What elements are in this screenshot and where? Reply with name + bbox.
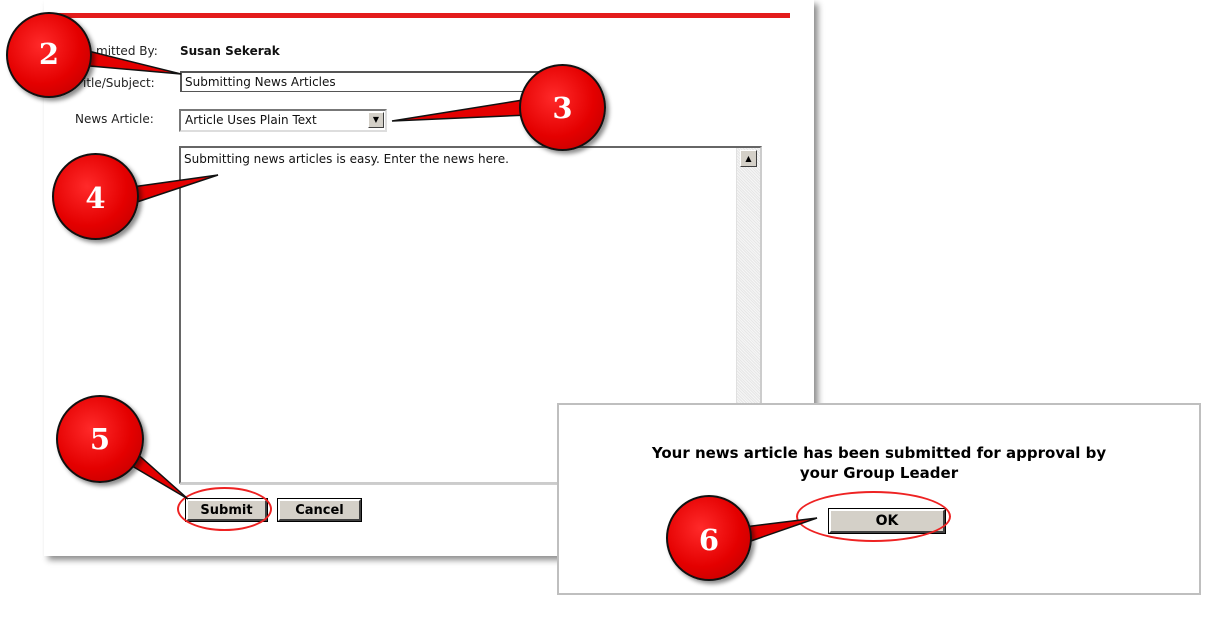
pointer-4 (131, 174, 219, 203)
callout-6-badge: 6 (666, 495, 752, 581)
pointer-6 (743, 517, 818, 543)
callout-2-badge: 2 (6, 12, 92, 98)
pointer-2 (82, 48, 182, 75)
callout-5-badge: 5 (56, 395, 144, 483)
callout-3-badge: 3 (519, 64, 606, 151)
callout-4-badge: 4 (52, 153, 139, 240)
pointer-3 (391, 99, 530, 122)
